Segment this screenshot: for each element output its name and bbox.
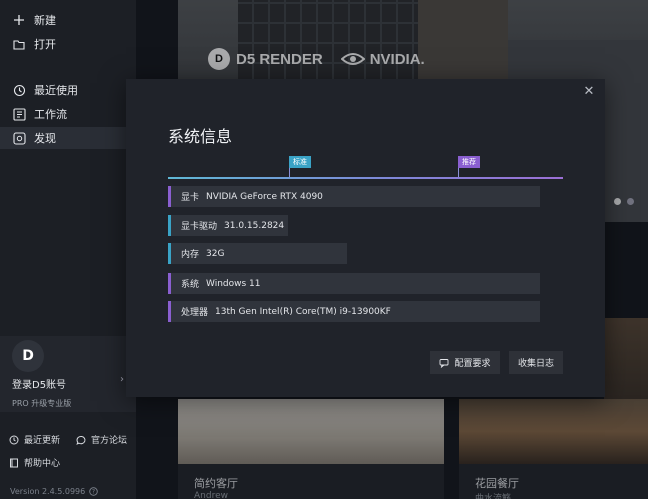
login-link[interactable]: 登录D5账号 (12, 376, 66, 391)
spec-value: 31.0.15.2824 (224, 220, 285, 231)
spec-label: 显卡 (181, 193, 200, 203)
official-forum-label: 官方论坛 (91, 436, 128, 446)
official-forum-link[interactable]: 官方论坛 (76, 433, 127, 446)
spec-value: Windows 11 (206, 278, 261, 289)
folder-icon (12, 37, 26, 51)
config-requirements-label: 配置要求 (454, 359, 491, 369)
spec-row-driver: 显卡驱动 31.0.15.2824 (168, 215, 288, 236)
spec-row-cpu: 处理器 13th Gen Intel(R) Core(TM) i9-13900K… (168, 301, 540, 322)
standard-tag: 标准 (289, 156, 311, 168)
spec-label: 处理器 (181, 308, 209, 318)
recent-updates-label: 最近更新 (24, 436, 61, 446)
system-info-modal: ✕ 系统信息 标准 推荐 显卡 NVIDIA GeForce RTX 4090 … (126, 79, 605, 397)
spec-row-gpu: 显卡 NVIDIA GeForce RTX 4090 (168, 186, 540, 207)
svg-text:?: ? (92, 489, 95, 496)
sidebar: 新建 打开 最近使用 工作流 发现 D 登录D5账号 › PRO 升级专业版 最… (0, 0, 136, 499)
collect-logs-button[interactable]: 收集日志 (509, 351, 563, 374)
help-center-link[interactable]: 帮助中心 (9, 456, 60, 469)
spec-label: 内存 (181, 250, 200, 260)
plus-icon (12, 13, 26, 27)
spec-value: 13th Gen Intel(R) Core(TM) i9-13900KF (215, 306, 391, 317)
recent-updates-link[interactable]: 最近更新 (9, 433, 60, 446)
history-icon (9, 435, 19, 445)
sidebar-item-recent[interactable]: 最近使用 (8, 79, 126, 101)
modal-title: 系统信息 (168, 127, 233, 146)
spec-value: NVIDIA GeForce RTX 4090 (206, 191, 323, 202)
book-icon (9, 458, 19, 468)
account-card[interactable]: D 登录D5账号 › PRO 升级专业版 (0, 336, 136, 412)
sidebar-item-label: 最近使用 (34, 84, 78, 97)
help-center-label: 帮助中心 (24, 459, 61, 469)
chevron-right-icon: › (120, 374, 124, 385)
spec-label: 显卡驱动 (181, 222, 218, 232)
sidebar-item-discover[interactable]: 发现 (0, 127, 126, 149)
avatar: D (12, 340, 44, 372)
sidebar-item-label: 新建 (34, 14, 56, 27)
chat-bubble-icon (76, 435, 86, 445)
history-icon (12, 83, 26, 97)
help-circle-icon[interactable]: ? (89, 487, 98, 496)
workflow-icon (12, 107, 26, 121)
upgrade-pro-link[interactable]: PRO 升级专业版 (12, 398, 71, 409)
sidebar-item-open[interactable]: 打开 (8, 33, 126, 55)
recommended-tag: 推荐 (458, 156, 480, 168)
chat-bubble-icon (439, 358, 449, 368)
sidebar-item-label: 工作流 (34, 108, 67, 121)
collect-logs-label: 收集日志 (517, 359, 554, 369)
close-icon[interactable]: ✕ (581, 83, 597, 99)
spec-row-os: 系统 Windows 11 (168, 273, 540, 294)
sidebar-item-new[interactable]: 新建 (8, 9, 126, 31)
sidebar-item-label: 打开 (34, 38, 56, 51)
config-requirements-button[interactable]: 配置要求 (430, 351, 500, 374)
sidebar-item-label: 发现 (34, 132, 56, 145)
spec-value: 32G (206, 248, 225, 259)
spec-row-memory: 内存 32G (168, 243, 347, 264)
spec-label: 系统 (181, 280, 200, 290)
spec-scale-line (168, 177, 563, 179)
discover-icon (12, 131, 26, 145)
sidebar-item-workflow[interactable]: 工作流 (8, 103, 126, 125)
version-info: Version 2.4.5.0996 ? (10, 487, 98, 496)
version-text: Version 2.4.5.0996 (10, 487, 86, 496)
